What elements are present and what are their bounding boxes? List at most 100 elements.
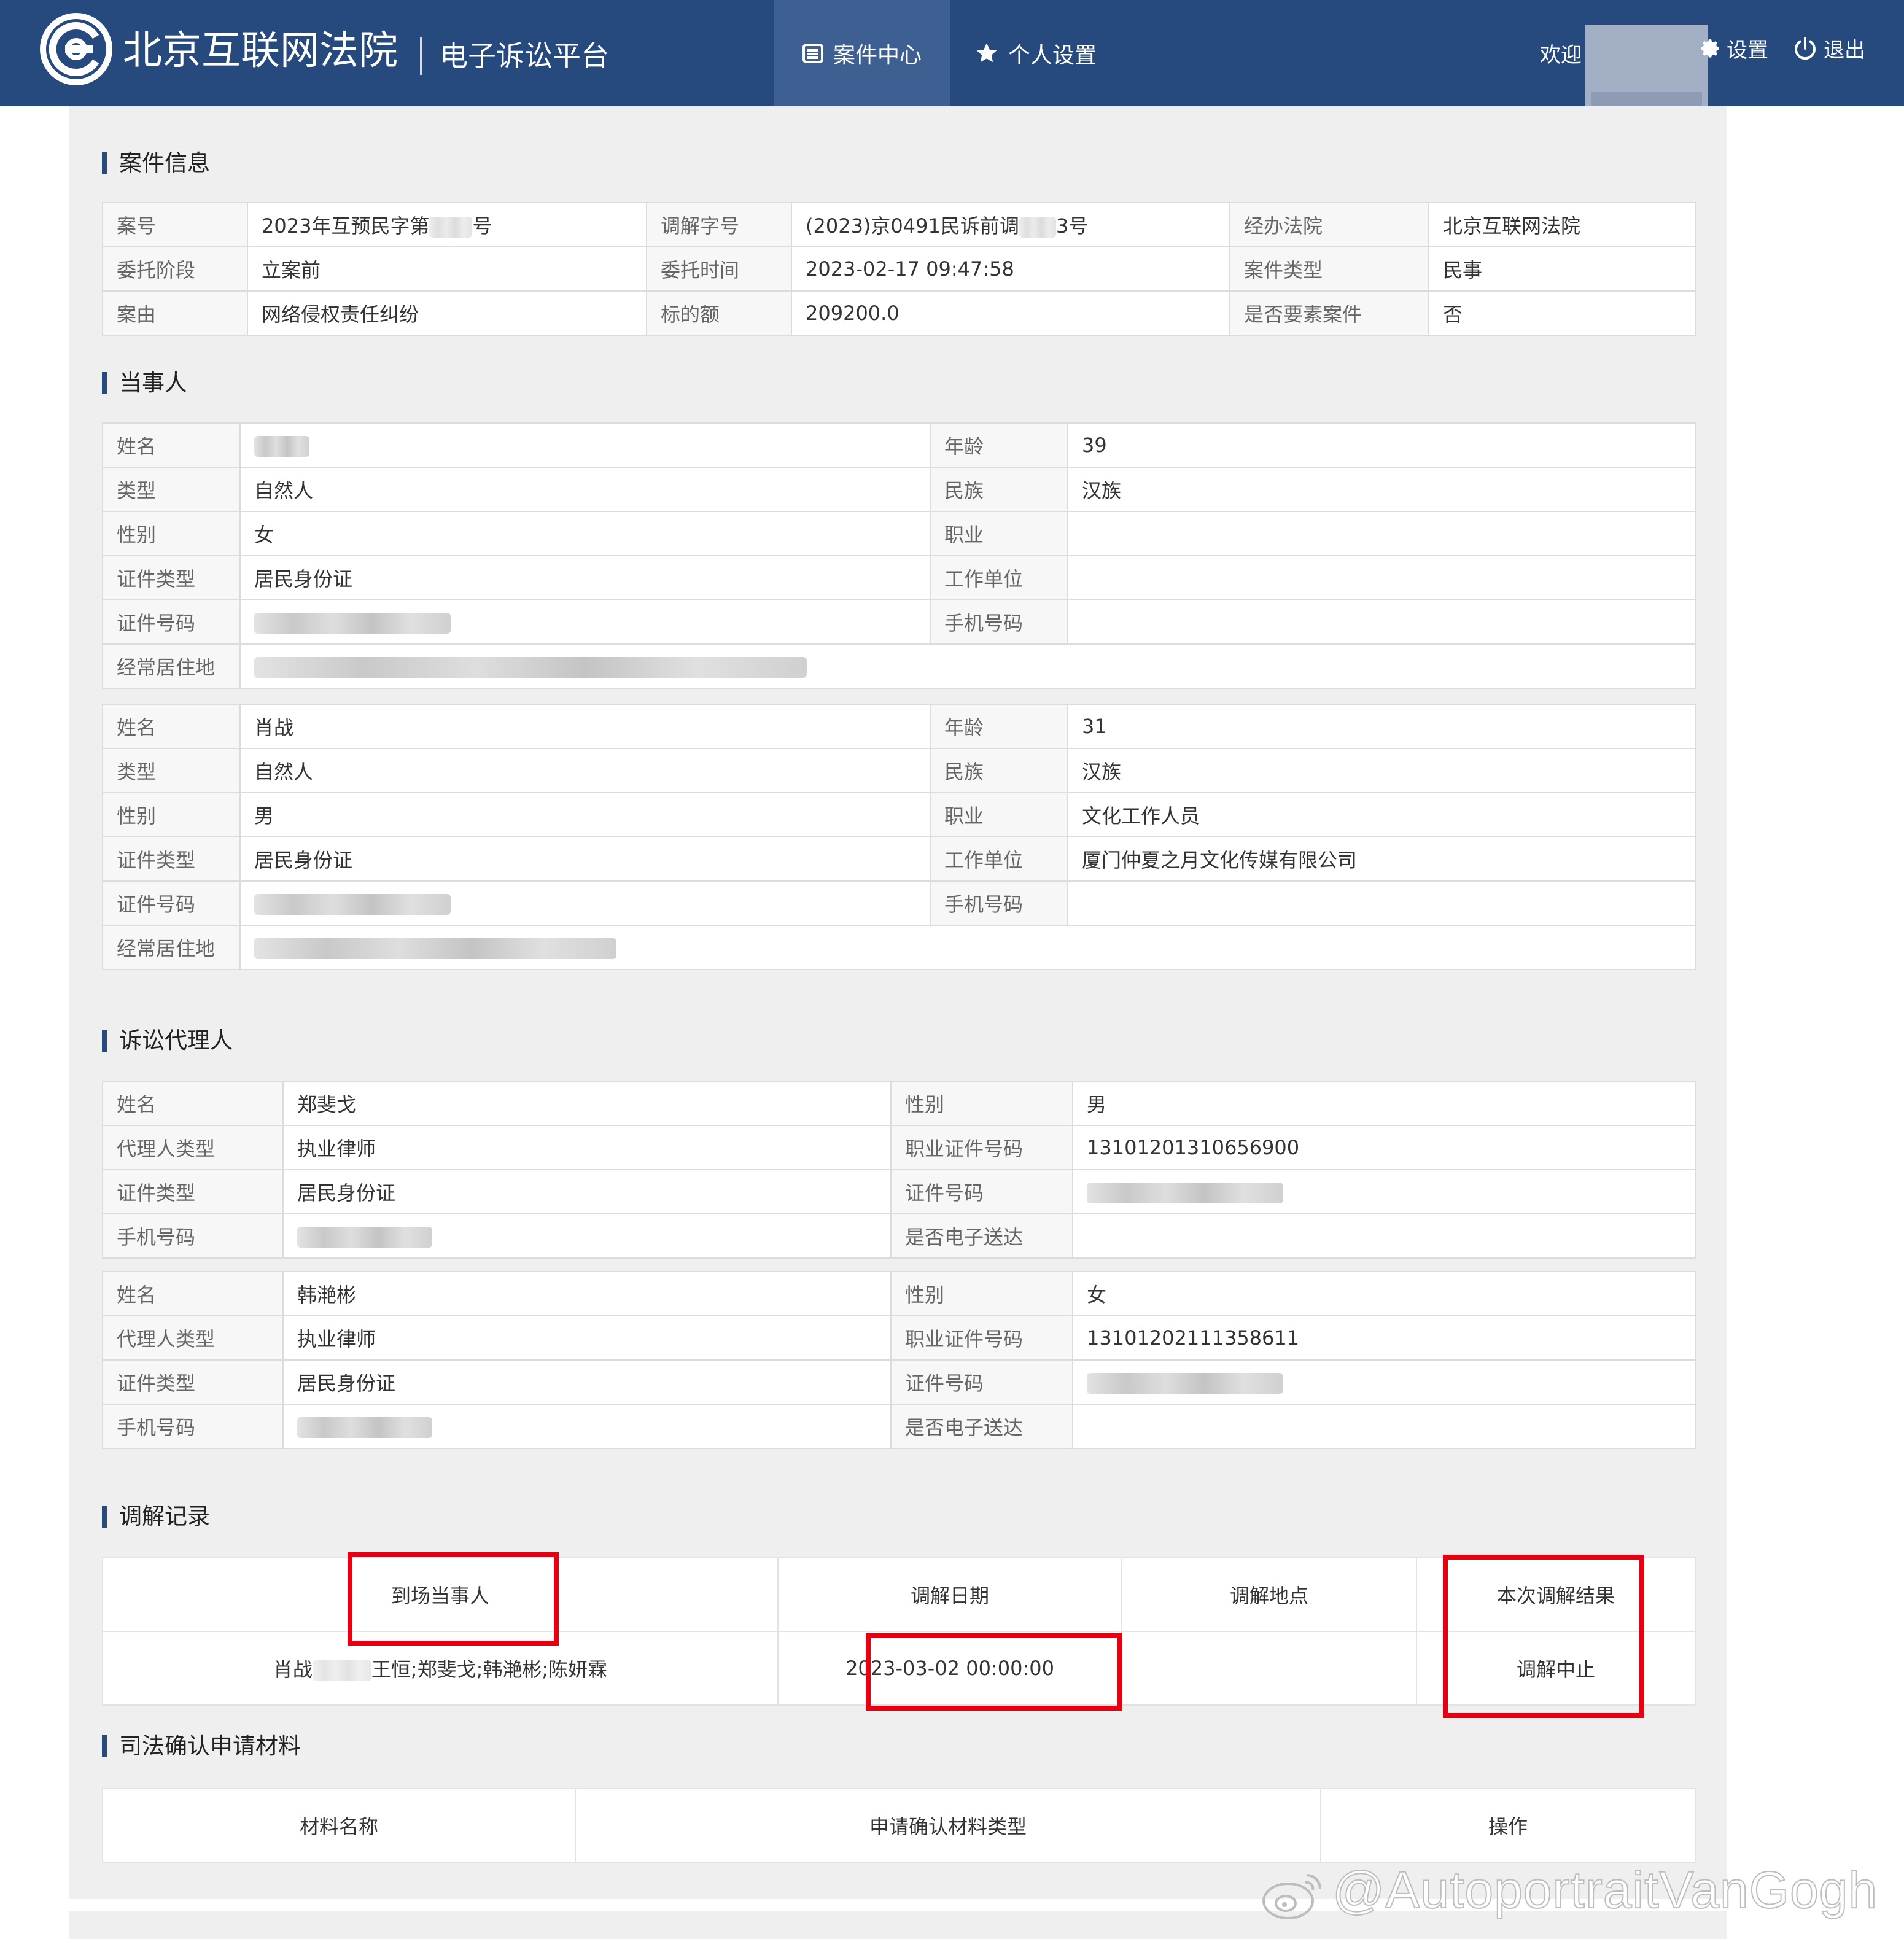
party-phone-value: [1067, 599, 1696, 645]
party-name-label: 姓名: [102, 704, 241, 749]
agent-phone-label: 手机号码: [102, 1213, 284, 1259]
agent-id-type-label: 证件类型: [102, 1169, 284, 1214]
mediation-location-value: [1121, 1631, 1417, 1706]
court-name: 北京互联网法院: [123, 28, 398, 74]
stage-label: 委托阶段: [102, 246, 248, 292]
cause-label: 案由: [102, 290, 248, 336]
redaction-mark: [1087, 1183, 1283, 1203]
party-type-value: 自然人: [239, 467, 931, 512]
agent-e-service-value: [1072, 1404, 1696, 1449]
party-name-label: 姓名: [102, 422, 241, 468]
case-number-value: 2023年互预民字第 号: [247, 202, 647, 247]
court-logo-icon: [40, 13, 112, 85]
nav-case-center[interactable]: 案件中心: [774, 0, 950, 106]
party-phone-label: 手机号码: [930, 599, 1068, 645]
agent-name-value: 郑斐戈: [282, 1081, 892, 1126]
table-row: 姓名 郑斐戈 性别 男: [102, 1081, 1696, 1126]
logout-button[interactable]: 退出: [1793, 33, 1865, 63]
col-header-date: 调解日期: [777, 1557, 1122, 1632]
redaction-mark: [297, 1417, 432, 1438]
party-phone-label: 手机号码: [930, 880, 1068, 926]
party-gender-label: 性别: [102, 792, 241, 837]
table-row: 代理人类型 执业律师 职业证件号码 13101202111358611: [102, 1315, 1696, 1361]
agent-e-service-label: 是否电子送达: [890, 1213, 1073, 1259]
table-header-row: 材料名称 申请确认材料类型 操作: [102, 1788, 1696, 1863]
table-row: 经常居住地: [102, 925, 1696, 970]
table-row: 证件类型 居民身份证 工作单位 厦门仲夏之月文化传媒有限公司: [102, 836, 1696, 882]
redaction-mark: [254, 657, 807, 678]
agent-id-number-label: 证件号码: [890, 1359, 1073, 1405]
party-id-type-label: 证件类型: [102, 836, 241, 882]
handling-court-value: 北京互联网法院: [1428, 202, 1696, 247]
highlight-box-result: [1443, 1555, 1644, 1718]
party-job-label: 职业: [930, 511, 1068, 556]
redaction-mark: [1087, 1373, 1283, 1394]
case-number-prefix: 2023年互预民字第: [262, 214, 430, 238]
party-address-value: [239, 925, 1696, 970]
party-age-label: 年龄: [930, 704, 1068, 749]
mediation-number-prefix: (2023)京0491民诉前调: [806, 214, 1019, 238]
table-row: 姓名 韩滟彬 性别 女: [102, 1271, 1696, 1316]
weibo-icon: [1262, 1874, 1321, 1919]
party-employer-label: 工作单位: [930, 555, 1068, 600]
case-info-table: 案号 2023年互预民字第 号 调解字号 (2023)京0491民诉前调 3号 经办…: [102, 202, 1696, 336]
agent-gender-value: 男: [1072, 1081, 1696, 1126]
table-row: 手机号码 是否电子送达: [102, 1404, 1696, 1449]
welcome-text: 欢迎: [1540, 43, 1582, 68]
settings-button[interactable]: 设置: [1701, 33, 1768, 63]
agent-license-label: 职业证件号码: [890, 1315, 1073, 1361]
col-header-operation: 操作: [1320, 1788, 1696, 1863]
party-employer-value: [1067, 555, 1696, 600]
redaction-mark: [1019, 217, 1056, 238]
party-id-type-value: 居民身份证: [239, 836, 931, 882]
gear-icon: [1701, 39, 1719, 58]
list-icon: [802, 43, 823, 63]
table-row: 姓名 年龄 39: [102, 422, 1696, 468]
party-id-type-label: 证件类型: [102, 555, 241, 600]
redaction-mark: [312, 1660, 371, 1681]
party-age-value: 39: [1067, 422, 1696, 468]
section-title-materials: 司法确认申请材料: [102, 1733, 301, 1760]
amount-value: 209200.0: [791, 290, 1230, 336]
power-icon: [1795, 36, 1816, 60]
top-navigation-bar: 北京互联网法院 电子诉讼平台 案件中心 个人设置 欢迎 设置 退出: [0, 0, 1904, 123]
table-row: 类型 自然人 民族 汉族: [102, 748, 1696, 793]
agent-id-type-label: 证件类型: [102, 1359, 284, 1405]
table-row: 代理人类型 执业律师 职业证件号码 13101201310656900: [102, 1125, 1696, 1170]
party-age-value: 31: [1067, 704, 1696, 749]
table-row: 手机号码 是否电子送达: [102, 1213, 1696, 1259]
table-row: 类型 自然人 民族 汉族: [102, 467, 1696, 512]
agent-phone-value: [282, 1213, 892, 1259]
agent-e-service-label: 是否电子送达: [890, 1404, 1073, 1449]
party-phone-value: [1067, 880, 1696, 926]
party-name-value: [239, 422, 931, 468]
agent-type-label: 代理人类型: [102, 1125, 284, 1170]
agent-type-value: 执业律师: [282, 1315, 892, 1361]
section-title-agents: 诉讼代理人: [102, 1027, 233, 1054]
agent-phone-label: 手机号码: [102, 1404, 284, 1449]
platform-name: 电子诉讼平台: [440, 39, 609, 72]
attendees-rest: 王恒;郑斐戈;韩滟彬;陈妍霖: [371, 1658, 608, 1681]
highlight-box-attendees: [348, 1552, 559, 1646]
entrust-time-label: 委托时间: [646, 246, 792, 292]
party-ethnic-label: 民族: [930, 467, 1068, 512]
party-type-label: 类型: [102, 748, 241, 793]
party-id-type-value: 居民身份证: [239, 555, 931, 600]
col-header-material-type: 申请确认材料类型: [575, 1788, 1321, 1863]
party-ethnic-value: 汉族: [1067, 748, 1696, 793]
star-icon: [976, 42, 997, 62]
party-type-value: 自然人: [239, 748, 931, 793]
logout-label: 退出: [1824, 38, 1865, 63]
agent-license-value: 13101201310656900: [1072, 1125, 1696, 1170]
party-name-value: 肖战: [239, 704, 931, 749]
redaction-mark: [429, 217, 473, 238]
nav-case-center-label: 案件中心: [833, 42, 922, 68]
agent-e-service-value: [1072, 1213, 1696, 1259]
case-number-label: 案号: [102, 202, 248, 247]
redaction-mark: [254, 938, 616, 959]
party-2-table: 姓名 肖战 年龄 31 类型 自然人 民族 汉族 性别 男 职业 文化工作人员 …: [102, 704, 1696, 970]
agent-id-number-value: [1072, 1359, 1696, 1405]
party-id-number-value: [239, 599, 931, 645]
nav-personal-settings[interactable]: 个人设置: [975, 0, 1097, 106]
mediation-number-suffix: 3号: [1055, 214, 1089, 238]
